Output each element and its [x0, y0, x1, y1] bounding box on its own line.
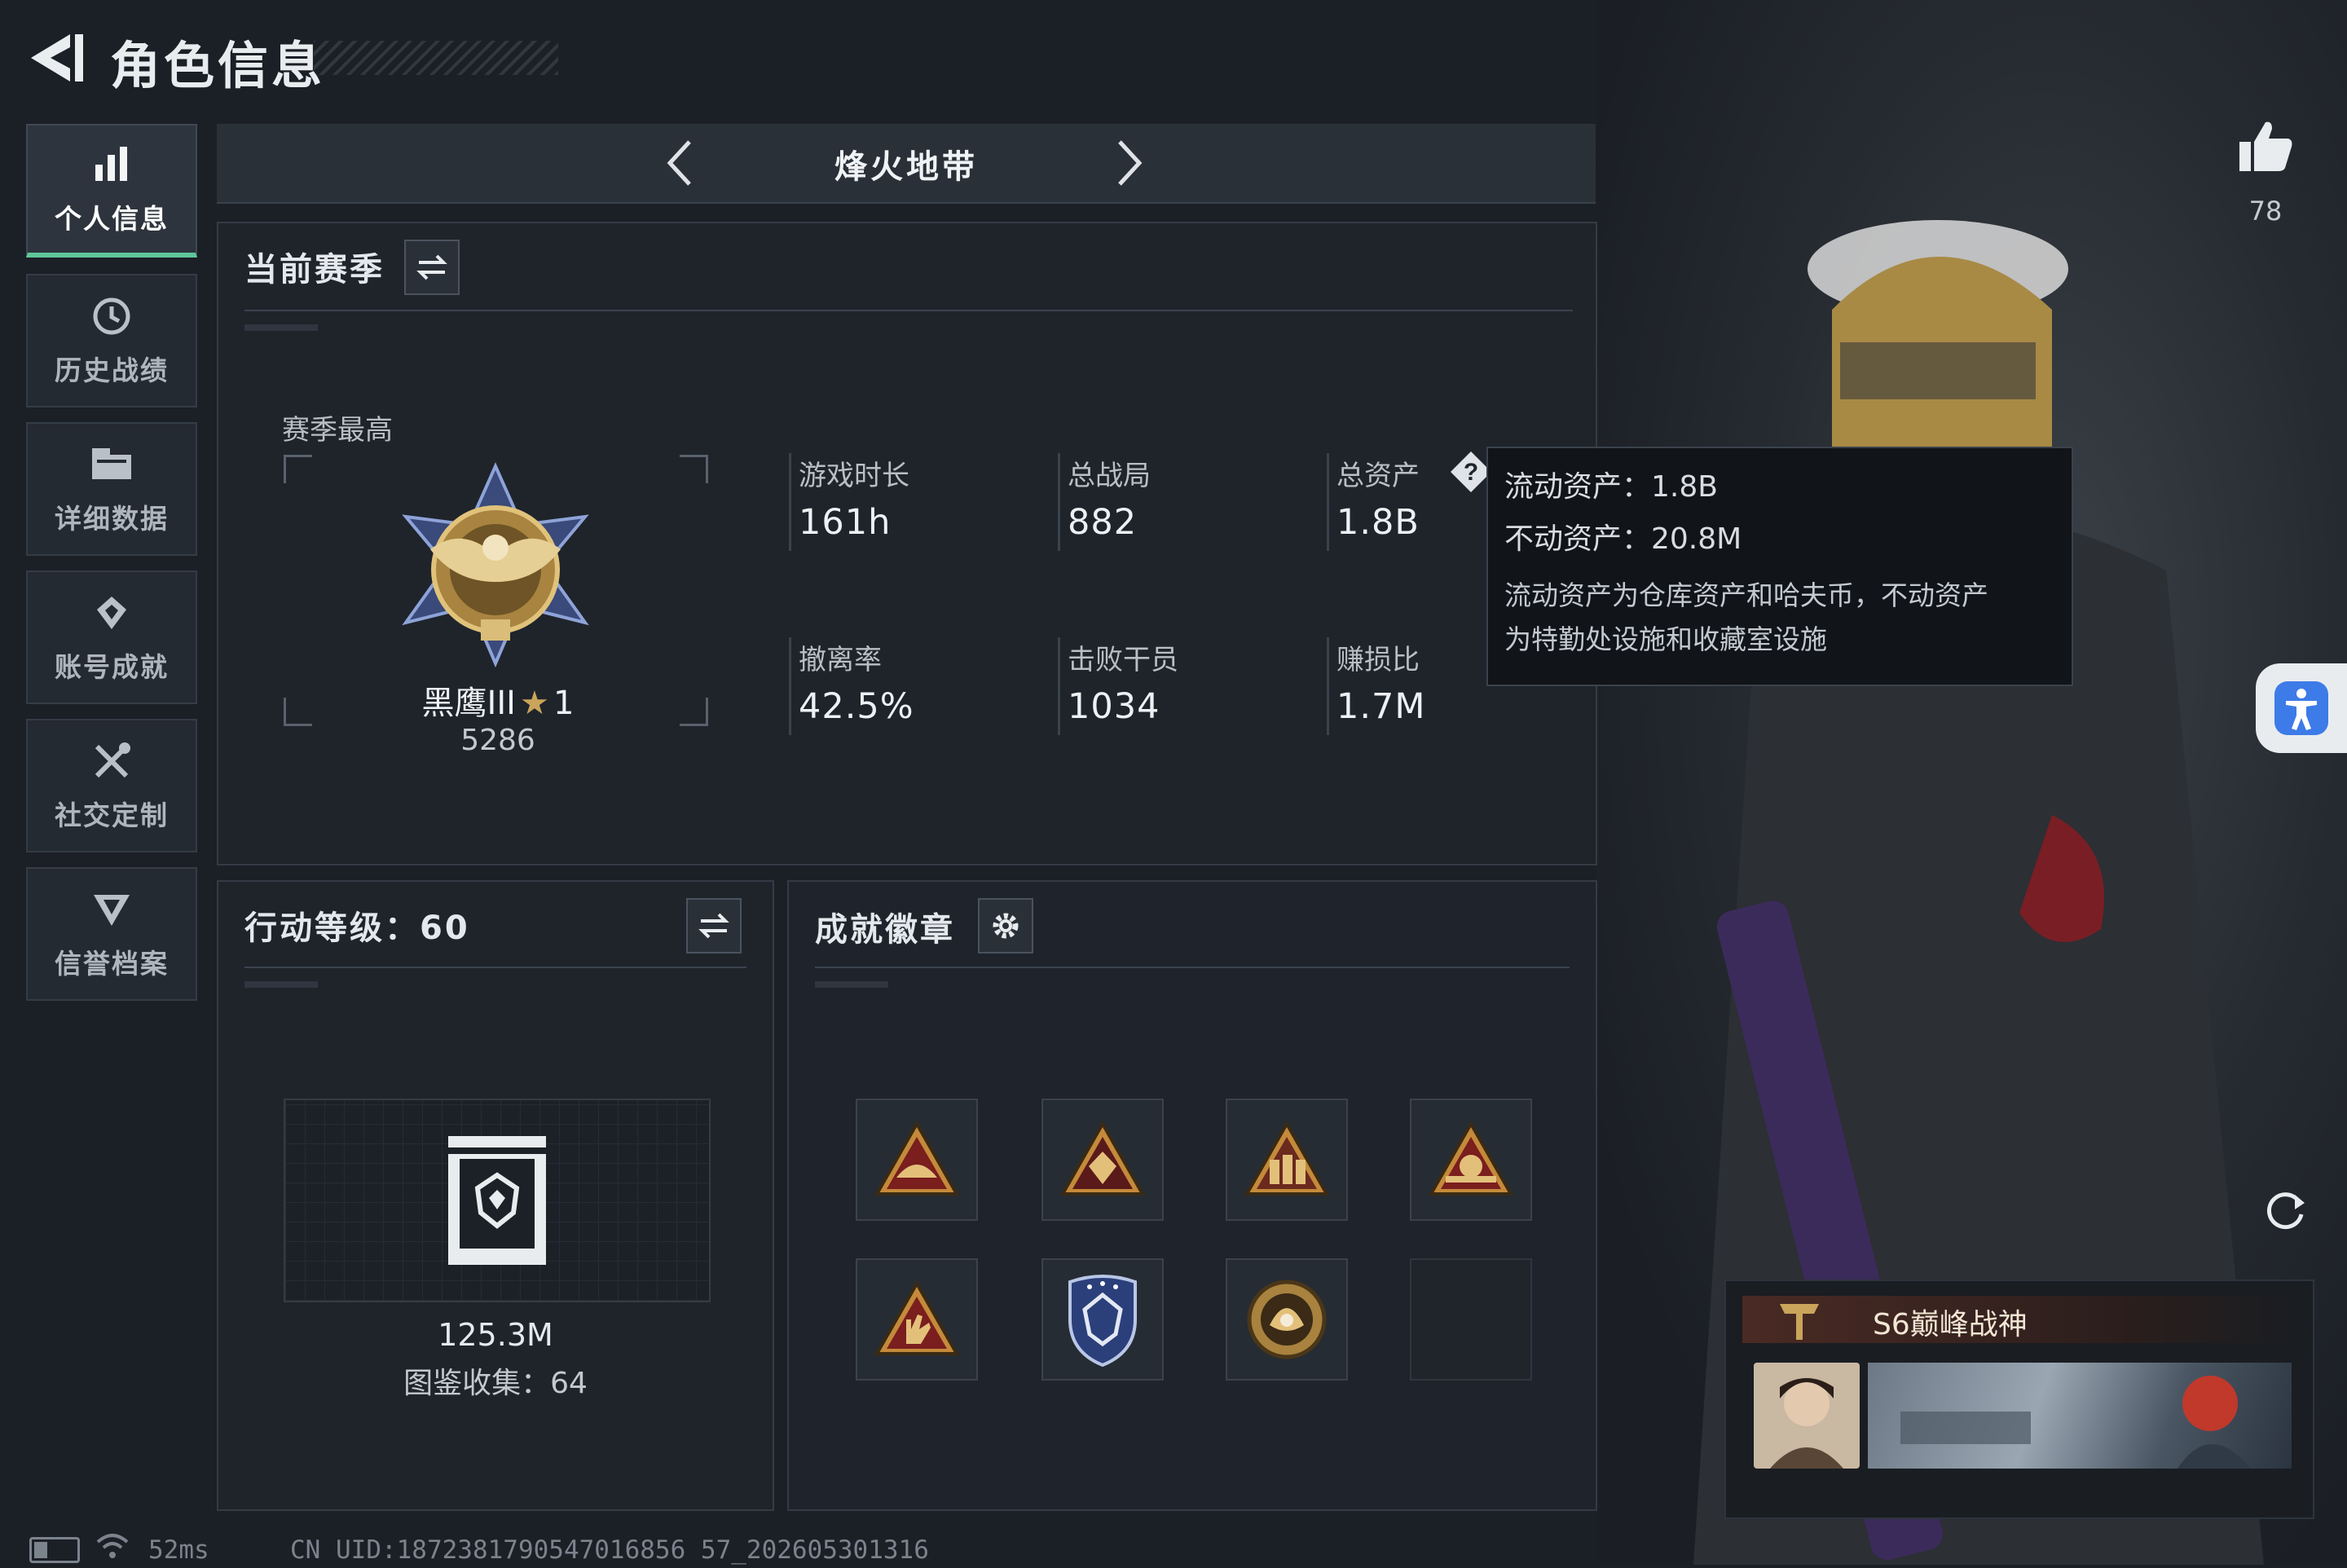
sidebar-item-social[interactable]: 社交定制	[26, 719, 197, 852]
stat-label: 游戏时长	[799, 460, 909, 492]
sidebar-item-label: 社交定制	[55, 799, 169, 831]
sidebar-item-details[interactable]: 详细数据	[26, 422, 197, 556]
stat-value: 42.5%	[799, 686, 914, 727]
stat-value: 882	[1068, 502, 1138, 543]
accessibility-icon	[2274, 681, 2328, 735]
stat-value: 161h	[799, 502, 892, 543]
rank-name: 黑鹰III	[421, 685, 516, 722]
season-panel: 当前赛季 赛季最高 黑鹰III ★ 1 5286 游戏时长 161h 总战局 8…	[217, 222, 1597, 865]
wifi-icon	[96, 1532, 129, 1560]
triangle-55-badge-icon	[1428, 1120, 1514, 1196]
tooltip-liquid-assets: 流动资产：1.8B	[1504, 470, 1718, 504]
achievement-diamond-icon	[89, 590, 134, 636]
rank-emblem-icon	[1775, 1297, 1824, 1343]
profile-card-banner	[1868, 1363, 2292, 1469]
sidebar-item-label: 个人信息	[55, 203, 169, 235]
back-arrow-icon	[31, 34, 83, 81]
rank-info: 黑鹰III ★ 1	[404, 676, 592, 724]
profile-card-title: S6巅峰战神	[1873, 1308, 2028, 1341]
season-title: 当前赛季	[244, 251, 385, 288]
rank-points: 5286	[460, 724, 535, 757]
stat-value: 1.7M	[1336, 686, 1426, 727]
swap-icon	[698, 913, 729, 939]
badges-title: 成就徽章	[815, 911, 955, 949]
back-button[interactable]	[24, 29, 90, 86]
battery-icon	[29, 1537, 80, 1563]
rank-star-icon: ★	[520, 685, 549, 722]
triangle-helmet-badge-icon	[874, 1120, 960, 1196]
stat-label: 赚损比	[1336, 644, 1420, 676]
triangle-hand-badge-icon	[874, 1280, 960, 1355]
sidebar-item-history[interactable]: 历史战绩	[26, 274, 197, 407]
mode-title: 烽火地带	[834, 148, 978, 186]
rank-eagle-emblem-icon	[381, 460, 610, 680]
thumbs-up-icon	[2239, 121, 2292, 171]
avatar	[1754, 1363, 1860, 1469]
sidebar-item-label: 历史战绩	[55, 355, 169, 386]
shield-eagle-badge-icon	[1068, 1275, 1137, 1368]
player-uid: CN UID:1872381790547016856 57_2026053013…	[290, 1535, 929, 1565]
mode-selector: 烽火地带	[217, 124, 1596, 204]
svg-text:?: ?	[1464, 459, 1478, 486]
tooltip-description-line1: 流动资产为仓库资产和哈夫币，不动资产	[1504, 579, 1988, 611]
history-clock-icon	[89, 293, 134, 339]
triangle-skull-badge-icon	[1059, 1120, 1146, 1196]
sidebar-item-label: 信誉档案	[55, 948, 169, 980]
ping-value: 52ms	[148, 1535, 209, 1565]
gear-icon	[993, 913, 1019, 939]
stat-label: 总战局	[1068, 460, 1151, 492]
tools-icon	[89, 738, 134, 784]
stat-value: 1034	[1068, 686, 1160, 727]
asset-tooltip: 流动资产：1.8B 不动资产：20.8M 流动资产为仓库资产和哈夫币，不动资产 …	[1486, 447, 2073, 686]
tooltip-description-line2: 为特勤处设施和收藏室设施	[1504, 623, 1827, 655]
action-level-panel: 行动等级：60 125.3M 图鉴收集：64	[217, 880, 774, 1511]
sidebar-item-personal-info[interactable]: 个人信息	[26, 124, 197, 258]
swap-icon	[416, 254, 447, 280]
rotate-button[interactable]	[2262, 1187, 2311, 1235]
round-pearl-badge-icon	[1247, 1280, 1327, 1359]
sidebar-item-achievements[interactable]: 账号成就	[26, 570, 197, 704]
badge-slot[interactable]	[856, 1258, 978, 1381]
season-switch-button[interactable]	[404, 240, 460, 295]
badge-slot-empty[interactable]	[1410, 1258, 1532, 1381]
sidebar-item-label: 详细数据	[55, 503, 169, 535]
bar-chart-icon	[89, 142, 134, 187]
rotate-icon	[2267, 1192, 2305, 1230]
title-decoration	[314, 41, 558, 75]
badge-slot[interactable]	[1041, 1258, 1164, 1381]
profile-card[interactable]: S6巅峰战神	[1724, 1280, 2314, 1519]
tooltip-fixed-assets: 不动资产：20.8M	[1504, 522, 1742, 556]
like-count: 78	[2248, 196, 2283, 227]
page-title: 角色信息	[110, 36, 326, 95]
badge-slot[interactable]	[1041, 1099, 1164, 1221]
badge-slot[interactable]	[1226, 1099, 1348, 1221]
collection-cabinet-icon	[440, 1131, 554, 1270]
shield-v-icon	[89, 887, 134, 932]
action-level-title: 行动等级：60	[244, 910, 470, 947]
season-best-label: 赛季最高	[282, 414, 393, 447]
stat-label: 撤离率	[799, 644, 882, 676]
folder-icon	[89, 442, 134, 487]
action-level-switch-button[interactable]	[686, 898, 742, 954]
chevron-right-icon	[1118, 140, 1143, 186]
badges-panel: 成就徽章	[787, 880, 1597, 1511]
sidebar-item-reputation[interactable]: 信誉档案	[26, 867, 197, 1001]
rank-stars: 1	[553, 685, 575, 722]
collection-count: 图鉴收集：64	[403, 1367, 588, 1400]
badges-settings-button[interactable]	[978, 898, 1033, 954]
badge-slot[interactable]	[1410, 1099, 1532, 1221]
triangle-soldiers-badge-icon	[1244, 1120, 1330, 1196]
collection-value: 125.3M	[438, 1317, 553, 1353]
stat-label: 击败干员	[1068, 644, 1178, 676]
stat-label: 总资产	[1336, 460, 1420, 492]
like-button[interactable]	[2233, 114, 2298, 179]
next-mode-button[interactable]	[1103, 139, 1152, 187]
badge-slot[interactable]	[856, 1099, 978, 1221]
accessibility-button[interactable]	[2256, 663, 2347, 753]
collection-display[interactable]	[284, 1099, 711, 1302]
sidebar-item-label: 账号成就	[55, 651, 169, 683]
stat-value: 1.8B	[1336, 502, 1420, 543]
badge-slot[interactable]	[1226, 1258, 1348, 1381]
